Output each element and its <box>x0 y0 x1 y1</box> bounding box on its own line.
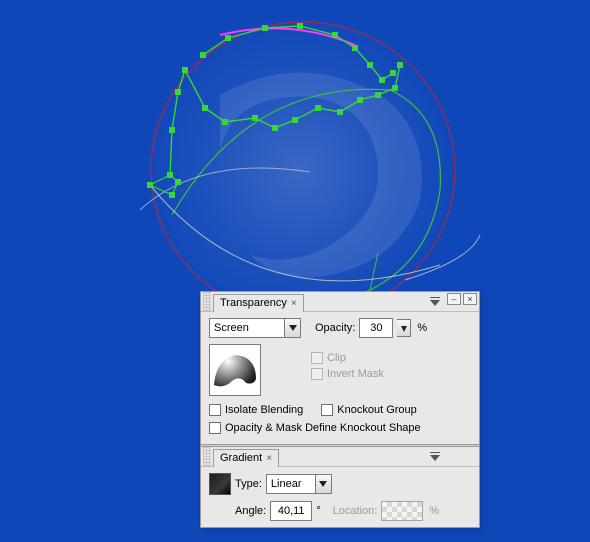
blend-mode-select[interactable] <box>209 318 301 338</box>
type-label: Type: <box>235 478 262 490</box>
close-button[interactable]: × <box>463 293 477 305</box>
tab-gradient[interactable]: Gradient × <box>213 449 279 467</box>
opacity-label: Opacity: <box>315 322 355 334</box>
tab-label: Gradient <box>220 452 262 464</box>
opacity-input[interactable] <box>359 318 393 338</box>
isolate-blending-checkbox[interactable]: Isolate Blending <box>209 404 303 416</box>
tab-transparency[interactable]: Transparency × <box>213 294 304 312</box>
angle-input[interactable] <box>270 501 312 521</box>
close-tab-icon[interactable]: × <box>291 298 297 309</box>
degree-sign: ° <box>316 505 320 517</box>
percent-sign: % <box>429 505 439 517</box>
transparency-thumbnail[interactable] <box>209 344 261 396</box>
location-label: Location: <box>333 505 378 517</box>
invert-mask-checkbox: Invert Mask <box>311 368 384 380</box>
opacity-slider-button[interactable] <box>397 319 411 337</box>
blend-mode-field[interactable] <box>210 319 284 337</box>
gradient-type-select[interactable] <box>266 474 332 494</box>
gradient-panel-titlebar[interactable]: Gradient × <box>201 447 479 467</box>
minimize-button[interactable]: – <box>447 293 461 305</box>
gradient-swatch[interactable] <box>209 473 231 495</box>
panel-menu-button[interactable] <box>427 293 443 311</box>
clip-checkbox: Clip <box>311 352 384 364</box>
angle-label: Angle: <box>235 505 266 517</box>
opacity-mask-knockout-checkbox[interactable]: Opacity & Mask Define Knockout Shape <box>209 422 421 434</box>
panel-group[interactable]: Transparency × – × Opacity: % <box>200 291 480 528</box>
gradient-type-field[interactable] <box>267 475 315 493</box>
knockout-group-checkbox[interactable]: Knockout Group <box>321 404 417 416</box>
transparency-panel-titlebar[interactable]: Transparency × – × <box>201 292 479 312</box>
panel-gripper[interactable] <box>203 292 211 311</box>
close-tab-icon[interactable]: × <box>266 453 272 464</box>
tab-label: Transparency <box>220 297 287 309</box>
panel-menu-button[interactable] <box>427 448 443 466</box>
chevron-down-icon[interactable] <box>315 475 331 493</box>
panel-gripper[interactable] <box>203 447 211 466</box>
location-input <box>381 501 423 521</box>
transparency-panel-body: Opacity: % Clip Invert Mask <box>201 312 479 444</box>
chevron-down-icon[interactable] <box>284 319 300 337</box>
gradient-panel-body: Type: Angle: ° Location: % <box>201 467 479 527</box>
percent-sign: % <box>417 322 427 334</box>
